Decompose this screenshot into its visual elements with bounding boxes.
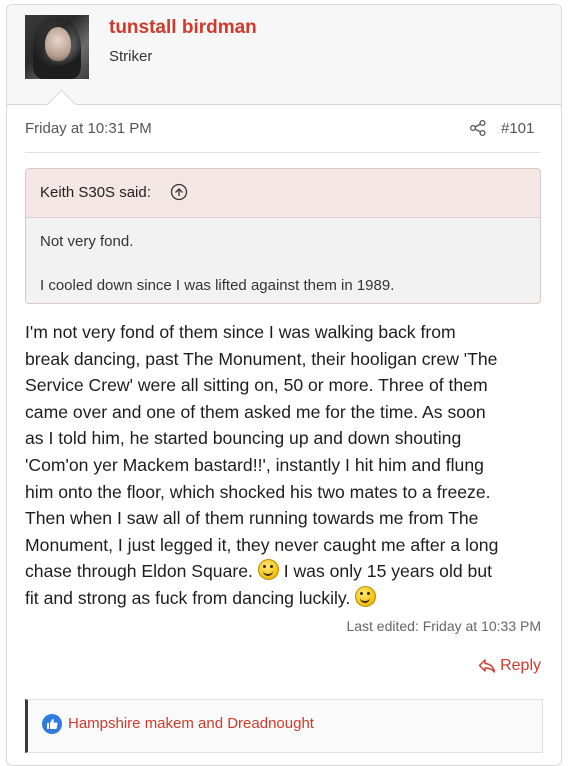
quote-text-line: I cooled down since I was lifted against… — [40, 277, 395, 294]
post-body-line: Monument, I just legged it, they never c… — [25, 534, 499, 555]
reaction-users-link[interactable]: Hampshire makem and Dreadnought — [68, 715, 314, 732]
post-body-line: fit and strong as fuck from dancing luck… — [25, 585, 545, 612]
header-divider — [7, 104, 561, 105]
last-edited-note: Last edited: Friday at 10:33 PM — [346, 618, 541, 634]
arrow-up-circle-icon[interactable] — [170, 183, 188, 201]
meta-divider — [25, 152, 541, 153]
post-body-line: Then when I saw all of them running towa… — [25, 508, 479, 529]
post-body-line: Service Crew' were all sitting on, 50 or… — [25, 375, 488, 396]
post-body-fragment: chase through Eldon Square. — [25, 561, 253, 582]
grin-emoji-icon — [257, 559, 279, 581]
quote-text-line: Not very fond. — [40, 233, 134, 250]
reply-button[interactable]: Reply — [478, 657, 541, 675]
user-title: Striker — [109, 48, 153, 65]
post-body-fragment: I was only 15 years old but — [283, 561, 492, 582]
reply-arrow-icon — [478, 659, 496, 673]
post-body-line: chase through Eldon Square. I was only 1… — [25, 558, 545, 585]
post-body-line: him onto the floor, which shocked his tw… — [25, 481, 491, 502]
thumbs-up-icon — [42, 714, 62, 734]
avatar[interactable] — [25, 15, 89, 79]
quote-author-link[interactable]: Keith S30S said: — [40, 184, 151, 201]
reactions-bar: Hampshire makem and Dreadnought — [25, 699, 543, 753]
post-date-link[interactable]: Friday at 10:31 PM — [25, 120, 152, 137]
quote-header: Keith S30S said: — [26, 169, 540, 218]
grin-emoji-icon — [355, 585, 377, 607]
post-number-link[interactable]: #101 — [501, 120, 534, 137]
post-body-line: break dancing, past The Monument, their … — [25, 348, 498, 369]
post-body-line: 'Com'on yer Mackem bastard!!', instantly… — [25, 454, 484, 475]
post-card: tunstall birdman Striker Friday at 10:31… — [6, 4, 562, 766]
reply-label: Reply — [500, 657, 541, 674]
post-body-line: I'm not very fond of them since I was wa… — [25, 322, 456, 342]
post-body-fragment: fit and strong as fuck from dancing luck… — [25, 587, 351, 608]
post-body-line: as I told him, he started bouncing up an… — [25, 428, 462, 449]
post-body-line: came over and one of them asked me for t… — [25, 401, 486, 422]
post-header: tunstall birdman Striker — [7, 5, 561, 105]
share-icon[interactable] — [469, 119, 487, 137]
username-link[interactable]: tunstall birdman — [109, 17, 257, 39]
post-body: I'm not very fond of them since I was wa… — [25, 319, 545, 612]
quote-block: Keith S30S said: Not very fond. I cooled… — [25, 168, 541, 304]
